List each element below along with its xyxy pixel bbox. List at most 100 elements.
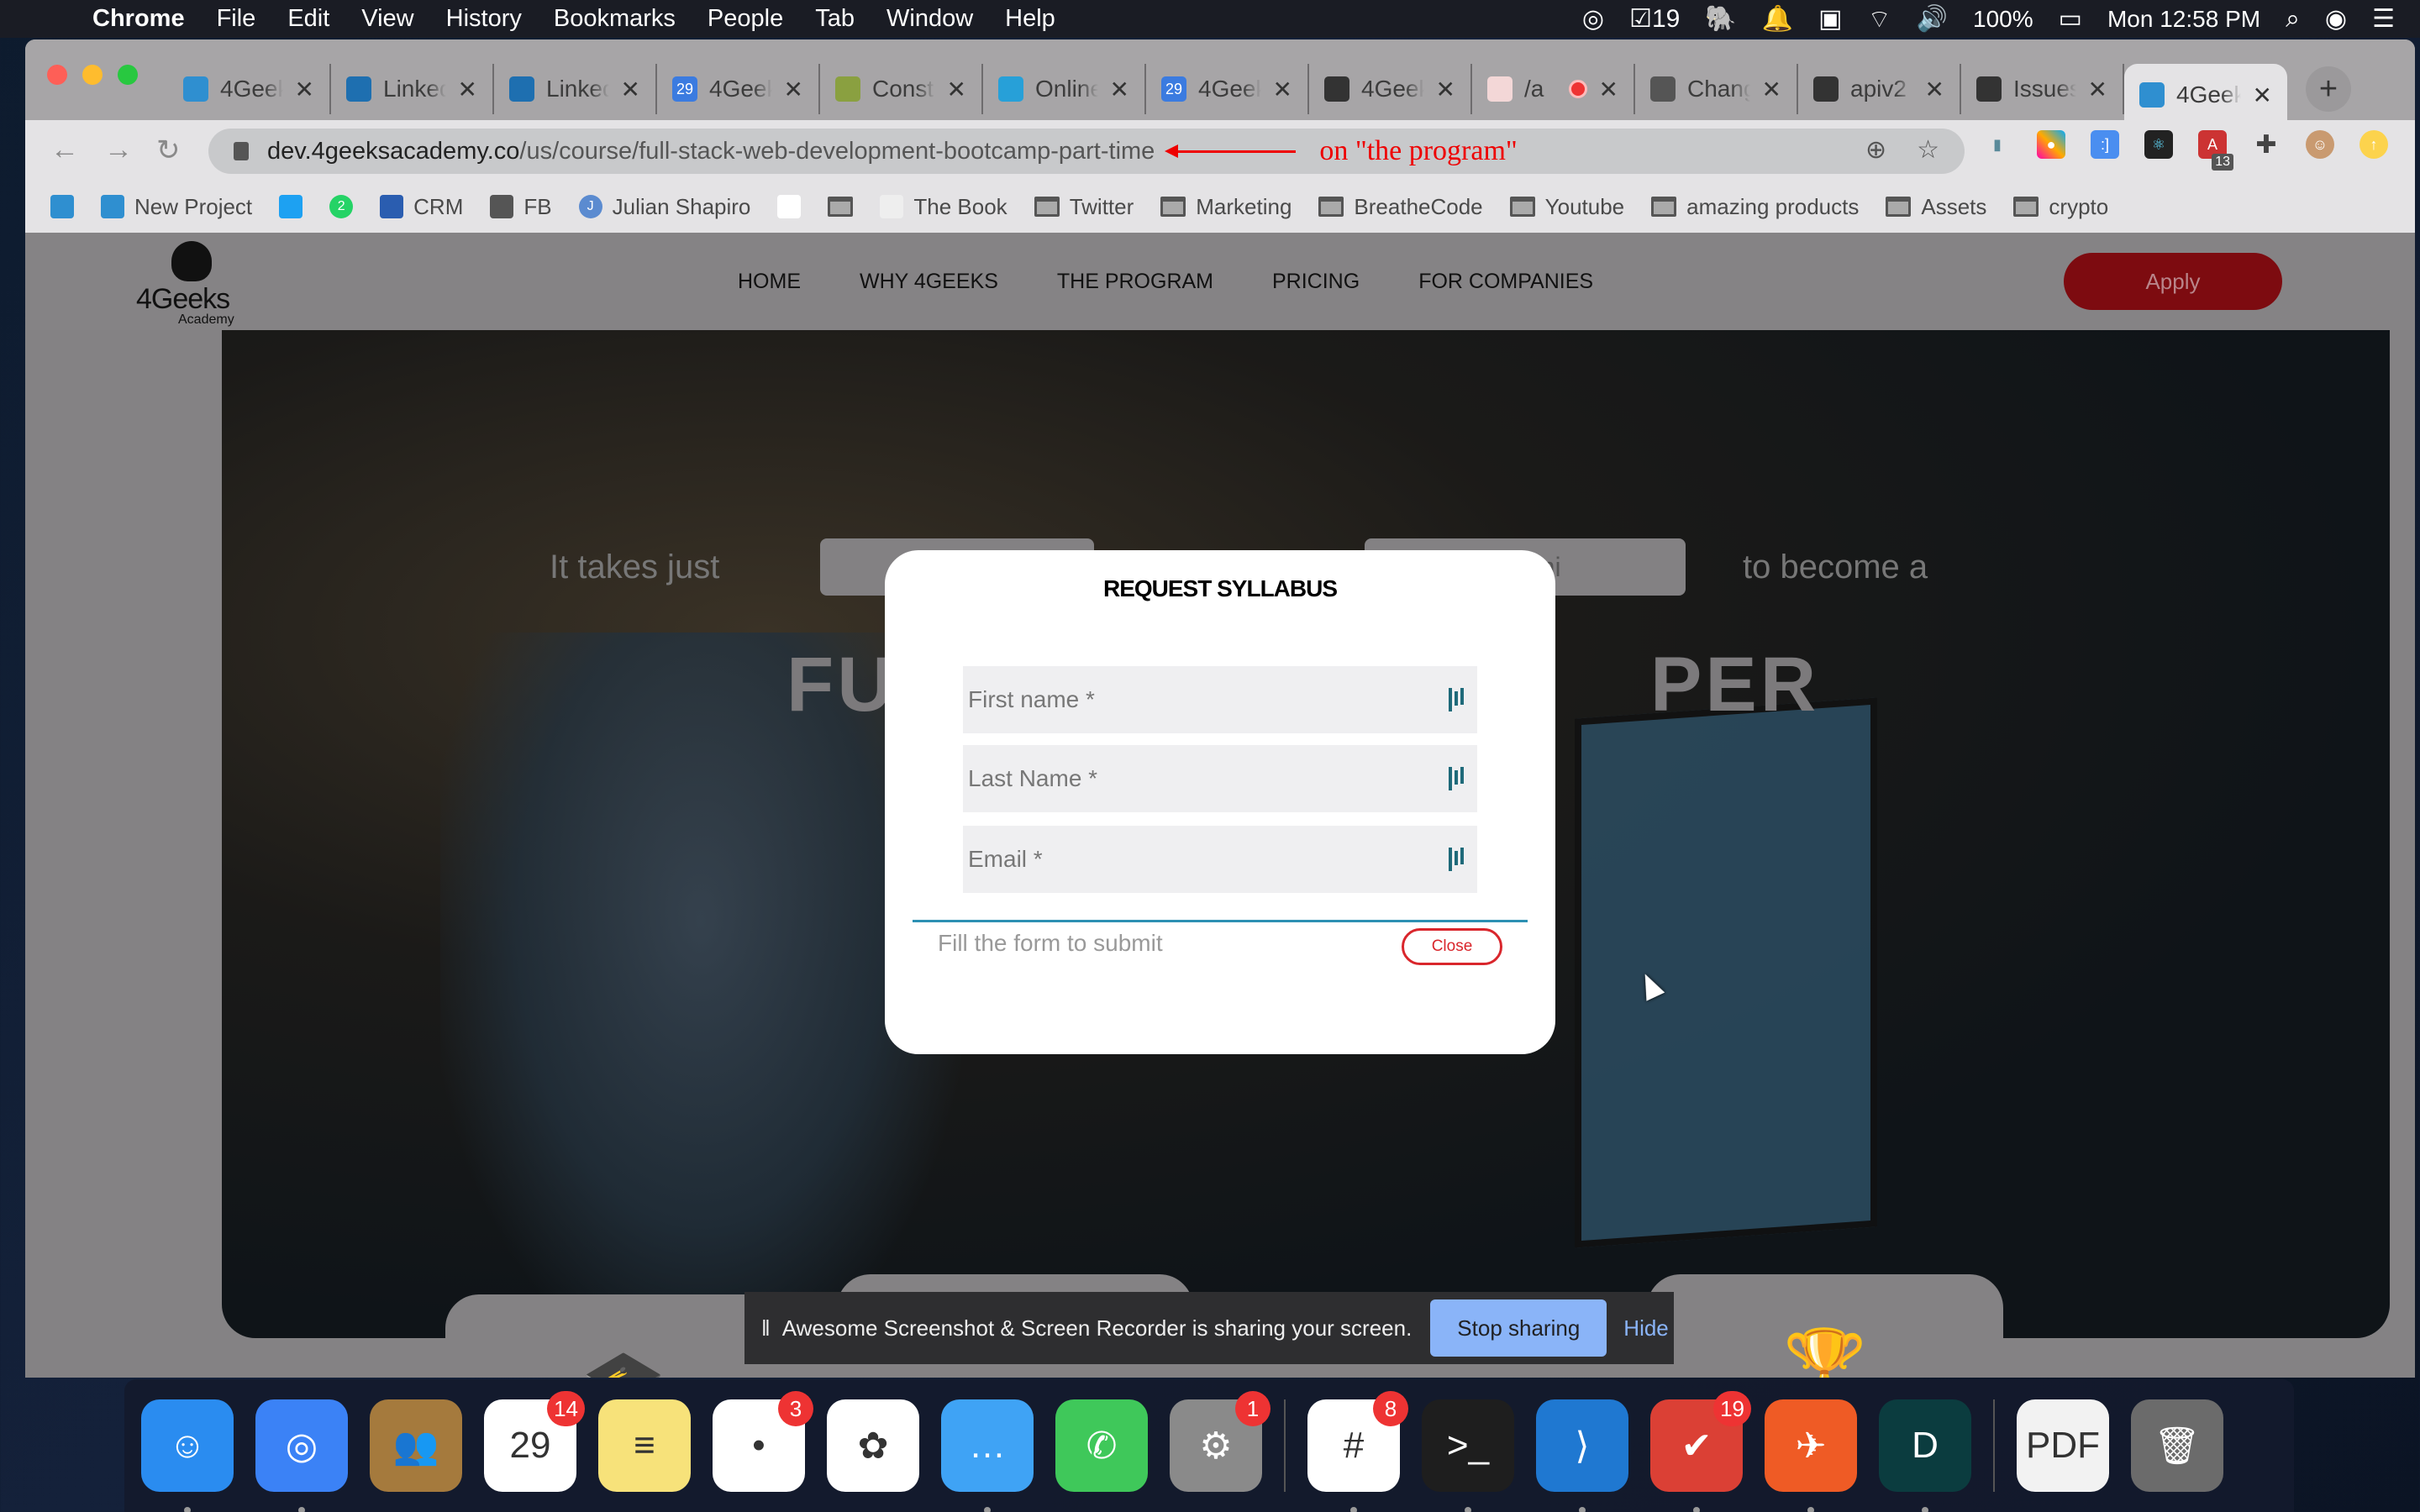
- dashlane-autofill-icon[interactable]: [1449, 767, 1464, 790]
- browser-tab[interactable]: 4Geeks ✕: [2124, 64, 2287, 126]
- menu-help[interactable]: Help: [1005, 5, 1055, 33]
- maximize-window-button[interactable]: [118, 65, 138, 85]
- screenshot-extension-icon[interactable]: ●: [2037, 130, 2065, 159]
- bookmark-item[interactable]: The Book: [880, 194, 1007, 220]
- browser-tab[interactable]: 4Geeks ✕: [168, 64, 331, 114]
- last-name-field[interactable]: [963, 745, 1477, 812]
- browser-tab[interactable]: /a ✕: [1472, 64, 1635, 114]
- minimize-window-button[interactable]: [82, 65, 103, 85]
- dock-app-contacts[interactable]: 👥: [370, 1399, 462, 1492]
- first-name-field[interactable]: [963, 666, 1477, 733]
- dashlane-extension-icon[interactable]: ▮: [1983, 130, 2012, 159]
- browser-tab[interactable]: apiv2 ✕: [1798, 64, 1961, 114]
- close-tab-icon[interactable]: ✕: [1925, 76, 1944, 103]
- menu-view[interactable]: View: [361, 5, 413, 33]
- close-tab-icon[interactable]: ✕: [784, 76, 803, 103]
- back-button[interactable]: ←: [50, 134, 79, 166]
- bookmark-item[interactable]: [828, 197, 854, 217]
- bookmark-item[interactable]: [777, 195, 802, 218]
- close-tab-icon[interactable]: ✕: [1599, 76, 1618, 103]
- dock-app-trash[interactable]: 🗑: [2131, 1399, 2223, 1492]
- clock[interactable]: Mon 12:58 PM: [2107, 6, 2260, 33]
- site-logo[interactable]: 4Geeks Academy: [136, 241, 245, 327]
- dock-app-finder[interactable]: ☺: [141, 1399, 234, 1512]
- dock-app-slack[interactable]: #8: [1307, 1391, 1408, 1512]
- apply-button[interactable]: Apply: [2064, 253, 2282, 310]
- close-tab-icon[interactable]: ✕: [1762, 76, 1781, 103]
- siri-icon[interactable]: ◉: [2325, 4, 2347, 34]
- stop-sharing-button[interactable]: Stop sharing: [1430, 1299, 1607, 1357]
- menu-app-name[interactable]: Chrome: [92, 5, 185, 33]
- close-tab-icon[interactable]: ✕: [1110, 76, 1129, 103]
- address-bar[interactable]: dev.4geeksacademy.co/us/course/full-stac…: [208, 129, 1965, 174]
- nav-the-program[interactable]: THE PROGRAM: [1057, 270, 1213, 294]
- menu-history[interactable]: History: [446, 5, 522, 33]
- forward-button[interactable]: →: [104, 134, 133, 166]
- browser-tab[interactable]: Online ✕: [983, 64, 1146, 114]
- wifi-icon[interactable]: ⌔: [1867, 3, 1891, 35]
- notification-bell-icon[interactable]: 🔔: [1762, 4, 1793, 34]
- dock-app-vscode[interactable]: ⟩: [1536, 1399, 1628, 1512]
- menu-bookmarks[interactable]: Bookmarks: [554, 5, 676, 33]
- dock-app-terminal[interactable]: >_: [1422, 1399, 1514, 1512]
- tag-extension-icon[interactable]: :]: [2091, 130, 2119, 159]
- close-tab-icon[interactable]: ✕: [2253, 81, 2272, 109]
- dock-app-photos[interactable]: ✿: [827, 1399, 919, 1492]
- lock-icon[interactable]: [234, 142, 249, 160]
- first-name-input[interactable]: [968, 666, 1449, 733]
- bookmark-item[interactable]: [279, 195, 303, 218]
- dock-app-facetime[interactable]: ✆: [1055, 1399, 1148, 1492]
- battery-icon[interactable]: ▭: [2059, 4, 2082, 34]
- feature-card[interactable]: 🏆: [1647, 1274, 2003, 1378]
- bookmark-item[interactable]: crypto: [2013, 194, 2108, 220]
- dock-app-chrome[interactable]: ◎: [255, 1399, 348, 1512]
- install-app-icon[interactable]: ⊕: [1865, 135, 1886, 165]
- screen-record-icon[interactable]: ▣: [1818, 4, 1842, 34]
- browser-tab[interactable]: Change ✕: [1635, 64, 1798, 114]
- bookmark-item[interactable]: amazing products: [1651, 194, 1859, 220]
- bookmark-item[interactable]: FB: [490, 194, 552, 220]
- dashlane-autofill-icon[interactable]: [1449, 848, 1464, 871]
- profile-avatar[interactable]: ☺: [2306, 130, 2334, 159]
- menu-edit[interactable]: Edit: [287, 5, 329, 33]
- browser-tab[interactable]: Const ✕: [820, 64, 983, 114]
- close-button[interactable]: Close: [1402, 928, 1502, 965]
- spiral-icon[interactable]: ◎: [1582, 4, 1604, 34]
- close-tab-icon[interactable]: ✕: [1436, 76, 1455, 103]
- dock-app-dashlane[interactable]: D: [1879, 1399, 1971, 1512]
- bookmark-item[interactable]: [50, 195, 74, 218]
- last-name-input[interactable]: [968, 745, 1449, 812]
- close-tab-icon[interactable]: ✕: [295, 76, 314, 103]
- dock-app-todoist[interactable]: ✔ 19: [1650, 1391, 1751, 1512]
- extensions-puzzle-icon[interactable]: ✚: [2252, 130, 2281, 159]
- bookmark-item[interactable]: Twitter: [1034, 194, 1134, 220]
- volume-icon[interactable]: 🔊: [1917, 4, 1948, 34]
- browser-tab[interactable]: 29 4Geeks ✕: [657, 64, 820, 114]
- spotlight-search-icon[interactable]: ⌕: [2286, 5, 2300, 34]
- bookmark-item[interactable]: 2: [329, 195, 354, 218]
- react-devtools-icon[interactable]: ⚛: [2144, 130, 2173, 159]
- bookmark-star-icon[interactable]: ☆: [1917, 135, 1939, 165]
- reload-button[interactable]: ↻: [156, 134, 181, 167]
- todoist-menubar-icon[interactable]: ☑19: [1629, 4, 1680, 34]
- menu-tab[interactable]: Tab: [815, 5, 855, 33]
- bookmark-item[interactable]: Assets: [1886, 194, 1986, 220]
- browser-tab[interactable]: LinkedIn ✕: [331, 64, 494, 114]
- nav-for-companies[interactable]: FOR COMPANIES: [1418, 270, 1593, 294]
- abp-extension-icon[interactable]: A 13: [2198, 130, 2233, 171]
- bookmark-item[interactable]: Marketing: [1160, 194, 1292, 220]
- bookmark-item[interactable]: J Julian Shapiro: [578, 194, 750, 220]
- dock-app-system-preferences[interactable]: ⚙ 1: [1170, 1391, 1270, 1492]
- close-tab-icon[interactable]: ✕: [621, 76, 640, 103]
- close-window-button[interactable]: [47, 65, 67, 85]
- notification-center-icon[interactable]: ☰: [2372, 4, 2395, 34]
- close-tab-icon[interactable]: ✕: [1273, 76, 1292, 103]
- nav-home[interactable]: HOME: [738, 270, 801, 294]
- browser-tab[interactable]: 29 4Geeks ✕: [1146, 64, 1309, 114]
- bookmark-item[interactable]: Youtube: [1509, 194, 1624, 220]
- email-input[interactable]: [968, 826, 1449, 893]
- close-tab-icon[interactable]: ✕: [947, 76, 966, 103]
- dock-app-postman[interactable]: ✈: [1765, 1399, 1857, 1512]
- browser-tab[interactable]: LinkedIn ✕: [494, 64, 657, 114]
- bookmark-item[interactable]: CRM: [380, 194, 463, 220]
